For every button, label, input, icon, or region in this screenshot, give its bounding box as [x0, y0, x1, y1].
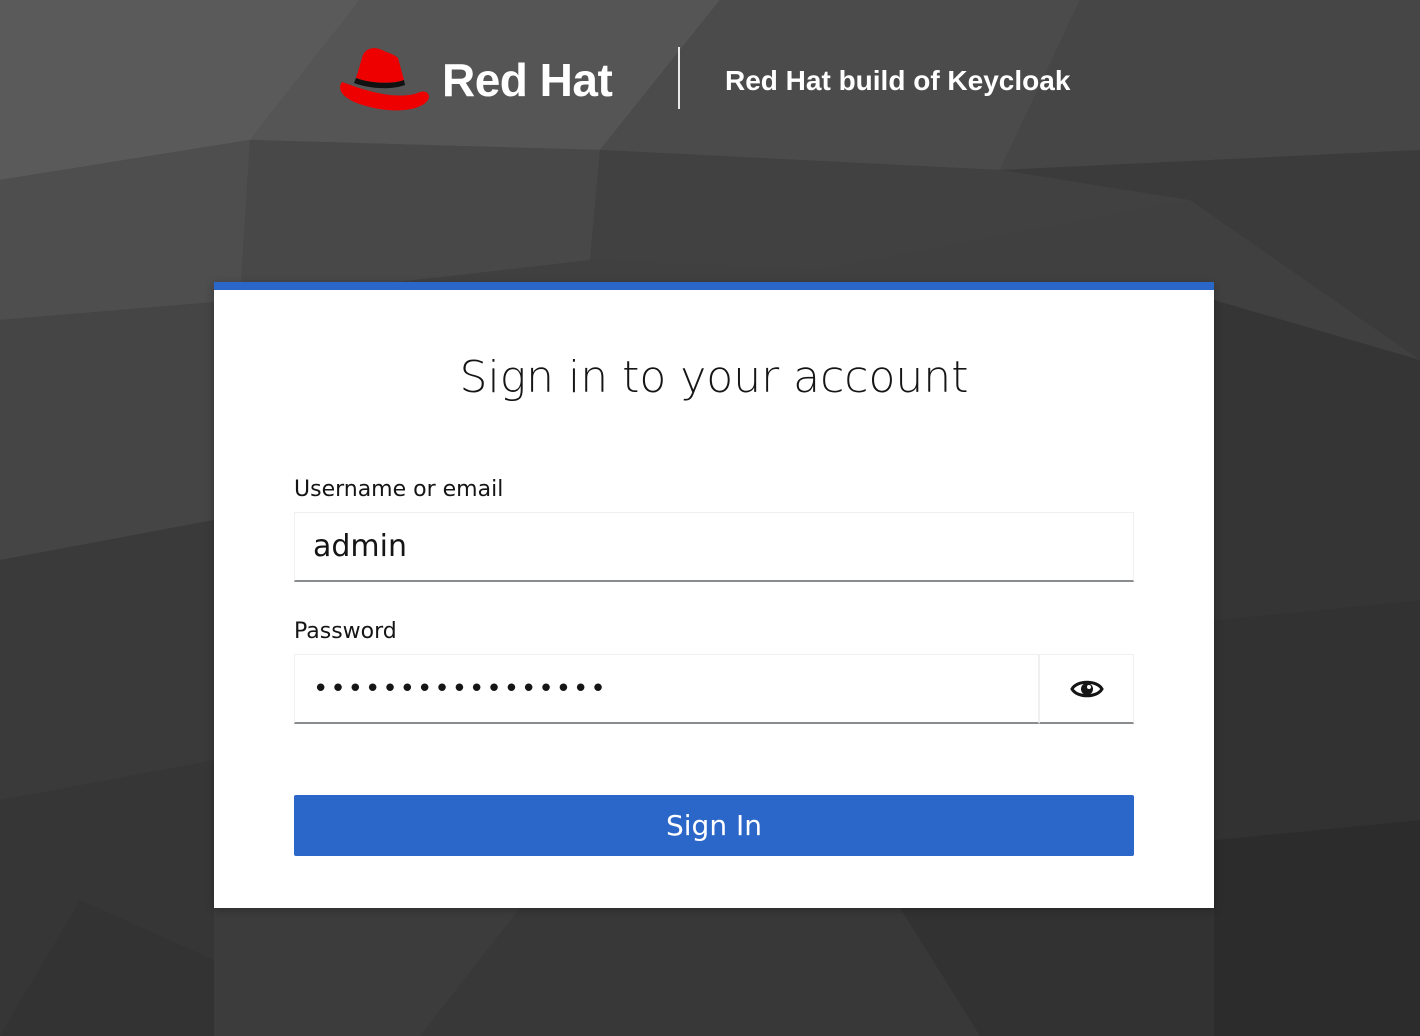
red-hat-logo-icon — [340, 48, 429, 111]
eye-icon — [1069, 680, 1104, 697]
username-label: Username or email — [294, 477, 504, 502]
brand-name: Red Hat — [442, 54, 613, 106]
password-label: Password — [294, 619, 397, 644]
brand-divider — [678, 47, 680, 109]
sign-in-button[interactable]: Sign In — [294, 795, 1134, 856]
page-title: Sign in to your account — [459, 352, 969, 403]
login-card: Sign in to your account Username or emai… — [214, 282, 1214, 908]
password-input[interactable] — [294, 654, 1039, 724]
username-input[interactable] — [294, 512, 1134, 582]
show-password-button[interactable] — [1039, 654, 1134, 724]
product-name: Red Hat build of Keycloak — [725, 65, 1071, 96]
brand-header: Red Hat Red Hat build of Keycloak — [0, 0, 1420, 165]
